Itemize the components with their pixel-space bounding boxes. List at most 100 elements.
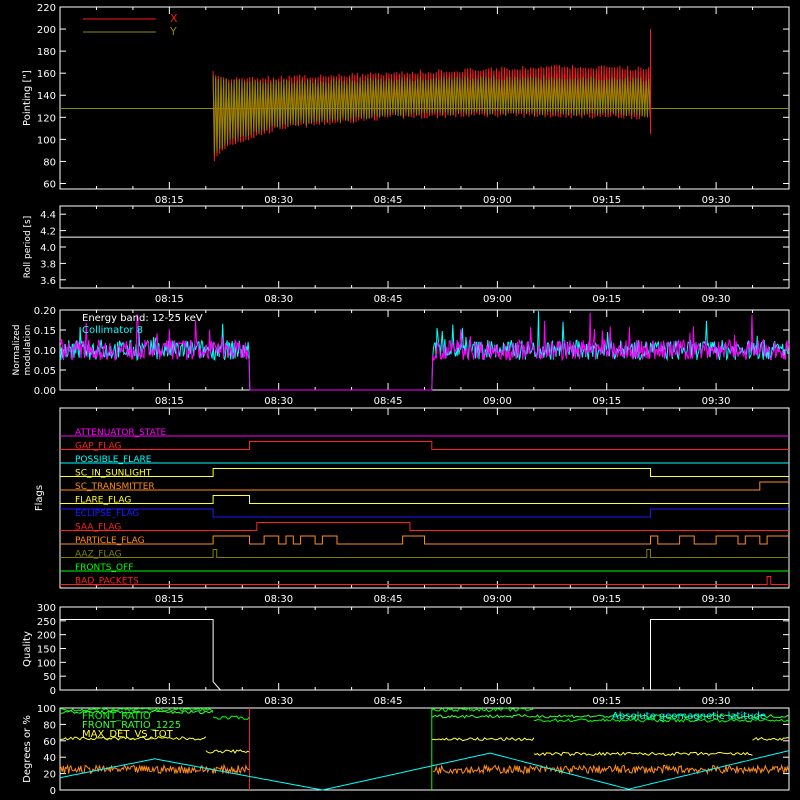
flag-line-aaz_flag (60, 549, 789, 558)
time-tick-label: 08:30 (264, 396, 293, 407)
y-tick-label: 250 (37, 617, 56, 628)
y-tick-label: 220 (37, 3, 56, 14)
quality-line (60, 619, 789, 691)
chart-canvas: Pointing ["] 6080100120140160180200220 0… (12, 3, 790, 797)
y-tick-label: 150 (37, 645, 56, 656)
flag-label-aaz_flag: AAZ_FLAG (75, 550, 122, 560)
modulation-panel: Normalized modulation 0.00 0.05 0.10 0.15 0.… (12, 306, 790, 407)
y-tick-label: 0.05 (34, 366, 56, 377)
modulation-ylabel-line1: Normalized (12, 324, 22, 375)
time-tick-label: 08:45 (374, 396, 403, 407)
modulation-collimator-annotation: Collimator 8 (82, 325, 143, 336)
flag-label-sc_transmitter: SC_TRANSMITTER (75, 482, 155, 492)
flags-frame (59, 407, 790, 589)
time-tick-label: 08:45 (374, 696, 403, 707)
flag-line-saa_flag (60, 522, 789, 531)
time-tick-label: 09:15 (592, 696, 621, 707)
degrees-legend-max-det: MAX_DET_VS_TOT (82, 729, 174, 740)
time-tick-label: 09:00 (483, 594, 512, 605)
y-tick-label: 50 (43, 672, 56, 683)
flag-label-gap_flag: GAP_FLAG (75, 442, 121, 452)
y-tick-label: 20 (43, 770, 56, 781)
y-tick-label: 300 (37, 603, 56, 614)
time-tick-label: 08:15 (155, 594, 184, 605)
y-tick-label: 60 (43, 179, 56, 190)
y-tick-label: 0 (50, 786, 56, 797)
time-tick-label: 09:30 (702, 294, 731, 305)
time-tick-label: 09:15 (592, 294, 621, 305)
time-tick-label: 09:15 (592, 195, 621, 206)
time-tick-label: 09:15 (592, 396, 621, 407)
flag-label-particle_flag: PARTICLE_FLAG (75, 536, 145, 546)
degrees-legend-geomag: Absolute geomagnetic latitude (612, 711, 766, 722)
y-tick-label: 200 (37, 25, 56, 36)
y-tick-label: 160 (37, 69, 56, 80)
flag-label-eclipse_flag: ECLIPSE_FLAG (75, 509, 139, 519)
time-tick-label: 08:45 (374, 594, 403, 605)
flags-ylabel: Flags (34, 485, 45, 511)
y-tick-label: 40 (43, 753, 56, 764)
time-tick-label: 09:00 (483, 195, 512, 206)
flag-line-gap_flag (60, 441, 789, 450)
flag-label-attenuator_state: ATTENUATOR_STATE (75, 428, 167, 438)
roll-ylabel: Roll period [s] (23, 216, 33, 278)
y-tick-label: 120 (37, 113, 56, 124)
y-tick-label: 0.00 (34, 386, 56, 397)
flag-label-fronts_off: FRONTS_OFF (75, 563, 133, 573)
y-tick-label: 0.20 (34, 306, 56, 317)
degrees-ylabel: Degrees or % (22, 715, 33, 783)
y-tick-label: 0.15 (34, 326, 56, 337)
pointing-panel: Pointing ["] 60 80 100 120 140 160 180 200 220 0… (22, 3, 790, 206)
pointing-legend-y-label: Y (169, 25, 177, 38)
flag-line-flare_flag (60, 495, 789, 504)
y-tick-label: 3.6 (40, 276, 56, 287)
time-tick-label: 08:45 (374, 195, 403, 206)
y-tick-label: 180 (37, 47, 56, 58)
time-tick-label: 09:00 (483, 696, 512, 707)
y-tick-label: 60 (43, 737, 56, 748)
y-tick-label: 4.4 (40, 210, 56, 221)
y-tick-label: 200 (37, 631, 56, 642)
y-tick-label: 100 (37, 135, 56, 146)
time-tick-label: 08:15 (155, 294, 184, 305)
flag-label-bad_packets: BAD_PACKETS (75, 577, 139, 587)
y-tick-label: 0 (50, 686, 56, 697)
roll-frame (59, 205, 790, 289)
time-tick-label: 09:30 (702, 594, 731, 605)
y-tick-label: 80 (43, 157, 56, 168)
time-tick-label: 09:00 (483, 396, 512, 407)
y-tick-label: 4.0 (40, 243, 56, 254)
y-tick-label: 80 (43, 720, 56, 731)
y-tick-label: 0.10 (34, 346, 56, 357)
modulation-energy-annotation: Energy band: 12-25 keV (82, 313, 203, 324)
time-tick-label: 08:15 (155, 195, 184, 206)
quality-panel: Quality 0 50 100 150 200 250 300 08:15 08:30 08:… (22, 603, 790, 707)
time-tick-label: 08:15 (155, 396, 184, 407)
flag-label-saa_flag: SAA_FLAG (75, 523, 121, 533)
flag-label-flare_flag: FLARE_FLAG (75, 496, 131, 506)
pointing-legend-x-label: X (170, 12, 178, 25)
flag-label-possible_flare: POSSIBLE_FLARE (75, 455, 152, 465)
time-tick-label: 09:30 (702, 696, 731, 707)
time-tick-label: 08:30 (264, 594, 293, 605)
quality-ylabel: Quality (22, 631, 33, 667)
flag-line-particle_flag (60, 535, 789, 545)
time-tick-label: 08:30 (264, 696, 293, 707)
time-tick-label: 08:45 (374, 294, 403, 305)
time-tick-label: 09:30 (702, 195, 731, 206)
time-tick-label: 08:30 (264, 195, 293, 206)
time-tick-label: 09:15 (592, 594, 621, 605)
y-tick-label: 100 (37, 704, 56, 715)
y-tick-label: 3.8 (40, 259, 56, 270)
y-tick-label: 100 (37, 658, 56, 669)
flag-line-sc_transmitter (60, 481, 789, 491)
time-tick-label: 09:00 (483, 294, 512, 305)
y-tick-label: 140 (37, 91, 56, 102)
flags-panel: Flags 08:15 08:30 08:45 09:00 09:15 09:30 ATT… (34, 407, 790, 605)
flag-label-sc_in_sunlight: SC_IN_SUNLIGHT (75, 469, 152, 479)
time-tick-label: 08:30 (264, 294, 293, 305)
flag-line-eclipse_flag (60, 508, 789, 518)
degrees-panel: Degrees or % 020406080100 FRONT_RATIO FR… (22, 704, 790, 797)
pointing-ylabel: Pointing ["] (22, 70, 33, 126)
time-tick-label: 08:15 (155, 696, 184, 707)
